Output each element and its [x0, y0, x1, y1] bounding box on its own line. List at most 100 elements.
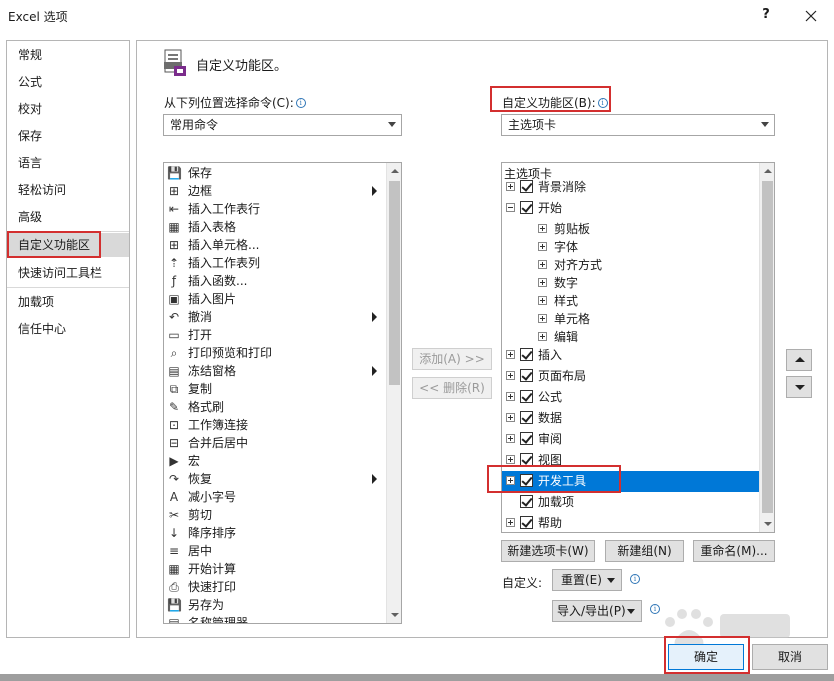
ribbon-scrollbar[interactable] [759, 163, 774, 532]
checkbox[interactable] [520, 432, 533, 445]
new-tab-button[interactable]: 新建选项卡(W) [501, 540, 595, 562]
sidebar-item-language[interactable]: 语言 [7, 151, 129, 175]
command-list-item[interactable]: ▤ 名称管理器 [164, 614, 384, 623]
ribbon-tree-item[interactable]: 审阅 [502, 429, 760, 450]
expand-icon[interactable] [506, 371, 515, 380]
commands-from-select[interactable]: 常用命令 [163, 114, 402, 136]
info-icon[interactable]: i [630, 574, 640, 584]
command-list-item[interactable]: ✎ 格式刷 [164, 398, 384, 416]
command-list-item[interactable]: ▣ 插入图片 [164, 290, 384, 308]
ribbon-tree-item[interactable]: 视图 [502, 450, 760, 471]
command-list-item[interactable]: ⊡ 工作簿连接 [164, 416, 384, 434]
expand-icon[interactable] [538, 296, 547, 305]
checkbox[interactable] [520, 348, 533, 361]
expand-icon[interactable] [538, 332, 547, 341]
ribbon-tree[interactable]: 主选项卡 背景消除 开始 剪贴板 字体 对齐方式 数字 样式 单元格 编辑 插入 页面布局 公式 数据审… [501, 162, 775, 533]
expand-icon[interactable] [506, 476, 515, 485]
command-list-item[interactable]: ⇡ 插入工作表列 [164, 254, 384, 272]
expand-icon[interactable] [506, 455, 515, 464]
sidebar-item-general[interactable]: 常规 [7, 43, 129, 67]
new-group-button[interactable]: 新建组(N) [605, 540, 684, 562]
expand-icon[interactable] [506, 350, 515, 359]
expand-icon[interactable] [506, 434, 515, 443]
ribbon-tree-item[interactable]: 背景消除 [502, 177, 760, 198]
scroll-up-icon[interactable] [760, 163, 774, 179]
command-list-item[interactable]: ⎙ 快速打印 [164, 578, 384, 596]
ribbon-tree-item[interactable]: 加载项 [502, 492, 760, 513]
command-list-item[interactable]: A 减小字号 [164, 488, 384, 506]
commands-list[interactable]: 💾 保存 ⊞ 边框 ⇤ 插入工作表行 ▦ 插入表格 ⊞ 插入单元格... ⇡ 插入工作表列 ƒ 插入函数.… [163, 162, 402, 624]
expand-icon[interactable] [506, 392, 515, 401]
scroll-thumb[interactable] [389, 181, 400, 385]
command-list-item[interactable]: ▤ 冻结窗格 [164, 362, 384, 380]
scroll-thumb[interactable] [762, 181, 773, 513]
command-list-item[interactable]: ↷ 恢复 [164, 470, 384, 488]
sidebar-item-accessibility[interactable]: 轻松访问 [7, 178, 129, 202]
sidebar-item-save[interactable]: 保存 [7, 124, 129, 148]
expand-icon[interactable] [538, 278, 547, 287]
sidebar-item-formulas[interactable]: 公式 [7, 70, 129, 94]
ribbon-tree-item[interactable]: 单元格 [502, 309, 760, 327]
command-list-item[interactable]: ⊞ 边框 [164, 182, 384, 200]
import-export-button[interactable]: 导入/导出(P) [552, 600, 642, 622]
help-button[interactable]: ? [754, 2, 778, 28]
ribbon-tree-item[interactable]: 公式 [502, 387, 760, 408]
commands-scrollbar[interactable] [386, 163, 401, 623]
command-list-item[interactable]: ↓ 降序排序 [164, 524, 384, 542]
scroll-down-icon[interactable] [760, 516, 774, 532]
info-icon[interactable]: i [295, 98, 306, 108]
checkbox[interactable] [520, 516, 533, 529]
scroll-up-icon[interactable] [387, 163, 401, 179]
checkbox[interactable] [520, 453, 533, 466]
info-icon[interactable]: i [597, 98, 608, 108]
command-list-item[interactable]: ✂ 剪切 [164, 506, 384, 524]
checkbox[interactable] [520, 390, 533, 403]
expand-icon[interactable] [506, 182, 515, 191]
checkbox[interactable] [520, 369, 533, 382]
scroll-down-icon[interactable] [387, 607, 401, 623]
collapse-icon[interactable] [506, 203, 515, 212]
checkbox[interactable] [520, 474, 533, 487]
ribbon-tree-item[interactable]: 对齐方式 [502, 255, 760, 273]
command-list-item[interactable]: ⧉ 复制 [164, 380, 384, 398]
command-list-item[interactable]: 💾 保存 [164, 164, 384, 182]
move-up-button[interactable] [786, 349, 812, 371]
command-list-item[interactable]: ▦ 插入表格 [164, 218, 384, 236]
ribbon-tree-item[interactable]: 帮助 [502, 513, 760, 532]
sidebar-item-proofing[interactable]: 校对 [7, 97, 129, 121]
ribbon-tree-item[interactable]: 数字 [502, 273, 760, 291]
checkbox[interactable] [520, 180, 533, 193]
command-list-item[interactable]: ⌕ 打印预览和打印 [164, 344, 384, 362]
add-button[interactable]: 添加(A) >> [412, 348, 492, 370]
ribbon-tree-item[interactable]: 样式 [502, 291, 760, 309]
rename-button[interactable]: 重命名(M)... [693, 540, 775, 562]
remove-button[interactable]: << 删除(R) [412, 377, 492, 399]
ribbon-tree-item[interactable]: 开始 [502, 198, 760, 219]
sidebar-item-quick-access-toolbar[interactable]: 快速访问工具栏 [7, 261, 129, 285]
sidebar-item-advanced[interactable]: 高级 [7, 205, 129, 229]
command-list-item[interactable]: ⇤ 插入工作表行 [164, 200, 384, 218]
ok-button[interactable]: 确定 [668, 644, 744, 670]
ribbon-select[interactable]: 主选项卡 [501, 114, 775, 136]
ribbon-tree-item[interactable]: 剪贴板 [502, 219, 760, 237]
cancel-button[interactable]: 取消 [752, 644, 828, 670]
checkbox[interactable] [520, 201, 533, 214]
expand-icon[interactable] [538, 260, 547, 269]
expand-icon[interactable] [538, 314, 547, 323]
expand-icon[interactable] [538, 242, 547, 251]
ribbon-tree-item[interactable]: 开发工具 [502, 471, 760, 492]
command-list-item[interactable]: ⊞ 插入单元格... [164, 236, 384, 254]
ribbon-tree-item[interactable]: 字体 [502, 237, 760, 255]
sidebar-item-trust-center[interactable]: 信任中心 [7, 317, 129, 341]
ribbon-tree-item[interactable]: 数据 [502, 408, 760, 429]
expand-icon[interactable] [506, 413, 515, 422]
move-down-button[interactable] [786, 376, 812, 398]
command-list-item[interactable]: ↶ 撤消 [164, 308, 384, 326]
expand-icon[interactable] [538, 224, 547, 233]
command-list-item[interactable]: ▶ 宏 [164, 452, 384, 470]
command-list-item[interactable]: 💾 另存为 [164, 596, 384, 614]
command-list-item[interactable]: ▦ 开始计算 [164, 560, 384, 578]
close-button[interactable] [796, 2, 826, 28]
checkbox[interactable] [520, 495, 533, 508]
checkbox[interactable] [520, 411, 533, 424]
